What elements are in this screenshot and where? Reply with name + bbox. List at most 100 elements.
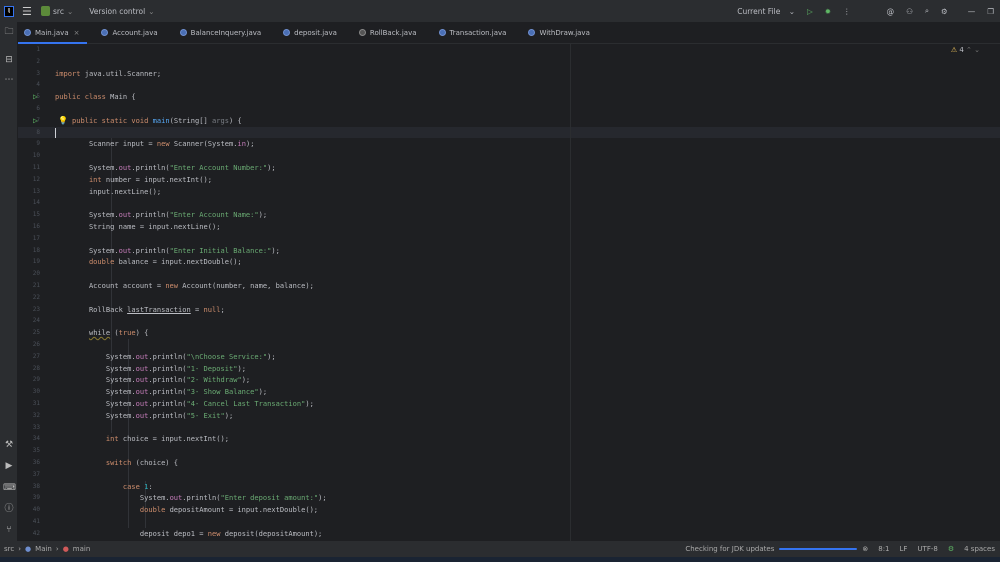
vcs-selector[interactable]: Version control ⌄ (89, 7, 154, 16)
problems-icon[interactable]: ⓘ (3, 503, 15, 515)
inspection-widget[interactable]: ⚠ 4 ⌃ ⌄ (951, 46, 980, 54)
code-line[interactable]: 11 System.out.println("Enter Account Num… (18, 162, 1000, 174)
line-number[interactable]: 30 (26, 386, 40, 398)
run-tool-icon[interactable]: ▶ (3, 460, 15, 472)
search-icon[interactable]: ⌕ (925, 6, 929, 16)
line-number[interactable]: 18 (26, 245, 40, 257)
code-line[interactable]: 5 ▷ public class Main { (18, 91, 1000, 103)
code-line[interactable]: 29 System.out.println("2- Withdraw"); (18, 374, 1000, 386)
line-number[interactable]: 29 (26, 374, 40, 386)
code-line[interactable]: 2 (18, 56, 1000, 68)
line-number[interactable]: 16 (26, 221, 40, 233)
breadcrumb-main-class[interactable]: Main (35, 545, 52, 553)
tab-withdraw[interactable]: WithDraw.java (522, 22, 597, 44)
code-line[interactable]: 21 Account account = new Account(number,… (18, 280, 1000, 292)
code-style-icon[interactable]: ⚙ (948, 545, 954, 553)
code-line[interactable]: 30 System.out.println("3- Show Balance")… (18, 386, 1000, 398)
line-number[interactable]: 35 (26, 445, 40, 457)
code-line[interactable]: 3 import java.util.Scanner; (18, 68, 1000, 80)
more-icon[interactable]: ⋮ (843, 7, 851, 16)
code-editor[interactable]: 1 2 3 import java.util.Scanner; 4 5 ▷ public cl… (18, 44, 1000, 541)
code-line[interactable]: 16 String name = input.nextLine(); (18, 221, 1000, 233)
line-number[interactable]: 3 (26, 68, 40, 80)
project-selector[interactable]: src ⌄ (41, 6, 73, 16)
code-line[interactable]: 20 (18, 268, 1000, 280)
line-number[interactable]: 36 (26, 457, 40, 469)
code-line[interactable]: 19 double balance = input.nextDouble(); (18, 256, 1000, 268)
code-line[interactable]: 8 (18, 126, 1000, 139)
line-number[interactable]: 37 (26, 469, 40, 481)
line-number[interactable]: 9 (26, 138, 40, 150)
code-line[interactable]: 6 (18, 103, 1000, 115)
code-line[interactable]: 36 switch (choice) { (18, 457, 1000, 469)
background-task-label[interactable]: Checking for JDK updates (685, 545, 774, 553)
code-line[interactable]: 14 (18, 197, 1000, 209)
code-line[interactable]: 15 System.out.println("Enter Account Nam… (18, 209, 1000, 221)
line-number[interactable]: 41 (26, 516, 40, 528)
line-number[interactable]: 26 (26, 339, 40, 351)
line-number[interactable]: 17 (26, 233, 40, 245)
code-line[interactable]: 27 System.out.println("\nChoose Service:… (18, 351, 1000, 363)
code-line[interactable]: 9 Scanner input = new Scanner(System.in)… (18, 138, 1000, 150)
line-number[interactable]: 22 (26, 292, 40, 304)
line-number[interactable]: 23 (26, 304, 40, 316)
run-gutter-icon[interactable]: ▷ (33, 91, 38, 103)
line-number[interactable]: 15 (26, 209, 40, 221)
line-number[interactable]: 25 (26, 327, 40, 339)
code-line[interactable]: 7 ▷ 💡 public static void main(String[] arg… (18, 115, 1000, 127)
code-line[interactable]: 40 double depositAmount = input.nextDoub… (18, 504, 1000, 516)
tab-balanceinquery[interactable]: BalanceInquery.java (174, 22, 270, 44)
line-number[interactable]: 20 (26, 268, 40, 280)
main-menu-icon[interactable]: ☰ (22, 5, 32, 18)
line-number[interactable]: 8 (26, 127, 40, 139)
code-line[interactable]: 33 (18, 422, 1000, 434)
line-number[interactable]: 13 (26, 186, 40, 198)
run-gutter-icon[interactable]: ▷ (33, 115, 38, 127)
line-number[interactable]: 28 (26, 363, 40, 375)
code-line[interactable]: 1 (18, 44, 1000, 56)
line-number[interactable]: 33 (26, 422, 40, 434)
code-line[interactable]: 38 case 1: (18, 481, 1000, 493)
line-number[interactable]: 1 (26, 44, 40, 56)
line-separator[interactable]: LF (900, 545, 908, 553)
line-number[interactable]: 27 (26, 351, 40, 363)
line-number[interactable]: 34 (26, 433, 40, 445)
code-line[interactable]: 31 System.out.println("4- Cancel Last Tr… (18, 398, 1000, 410)
line-number[interactable]: 10 (26, 150, 40, 162)
tab-deposit[interactable]: deposit.java (277, 22, 345, 44)
code-line[interactable]: 34 int choice = input.nextInt(); (18, 433, 1000, 445)
settings-icon[interactable]: ⚙ (941, 7, 948, 16)
tab-rollback[interactable]: RollBack.java (353, 22, 425, 44)
debug-icon[interactable]: ✹ (825, 7, 831, 16)
breadcrumb-main-method[interactable]: main (73, 545, 91, 553)
code-line[interactable]: 39 System.out.println("Enter deposit amo… (18, 492, 1000, 504)
cancel-task-icon[interactable]: ⊗ (862, 545, 868, 553)
code-line[interactable]: 22 (18, 292, 1000, 304)
breadcrumb-src[interactable]: src (4, 545, 14, 553)
code-line[interactable]: 18 System.out.println("Enter Initial Bal… (18, 245, 1000, 257)
line-number[interactable]: 40 (26, 504, 40, 516)
structure-icon[interactable]: ⊟ (3, 54, 15, 66)
minimize-icon[interactable]: — (968, 7, 976, 16)
code-line[interactable]: 26 (18, 339, 1000, 351)
line-number[interactable]: 11 (26, 162, 40, 174)
code-line[interactable]: 13 input.nextLine(); (18, 186, 1000, 198)
run-config-selector[interactable]: Current File ⌄ (731, 7, 795, 16)
line-number[interactable]: 12 (26, 174, 40, 186)
line-number[interactable]: 39 (26, 492, 40, 504)
add-user-icon[interactable]: ⚇ (906, 7, 913, 16)
code-line[interactable]: 25 while (true) { (18, 327, 1000, 339)
build-icon[interactable]: ⚒ (3, 439, 15, 451)
line-number[interactable]: 19 (26, 256, 40, 268)
file-encoding[interactable]: UTF-8 (917, 545, 937, 553)
line-number[interactable]: 2 (26, 56, 40, 68)
restore-icon[interactable]: ❐ (987, 7, 994, 16)
tab-account[interactable]: Account.java (95, 22, 165, 44)
project-folder-icon[interactable]: 🗀 (3, 26, 15, 38)
code-line[interactable]: 12 int number = input.nextInt(); (18, 174, 1000, 186)
code-line[interactable]: 42 deposit depo1 = new deposit(depositAm… (18, 528, 1000, 540)
caret-position[interactable]: 8:1 (878, 545, 889, 553)
run-icon[interactable]: ▷ (807, 7, 813, 16)
line-number[interactable]: 21 (26, 280, 40, 292)
line-number[interactable]: 31 (26, 398, 40, 410)
